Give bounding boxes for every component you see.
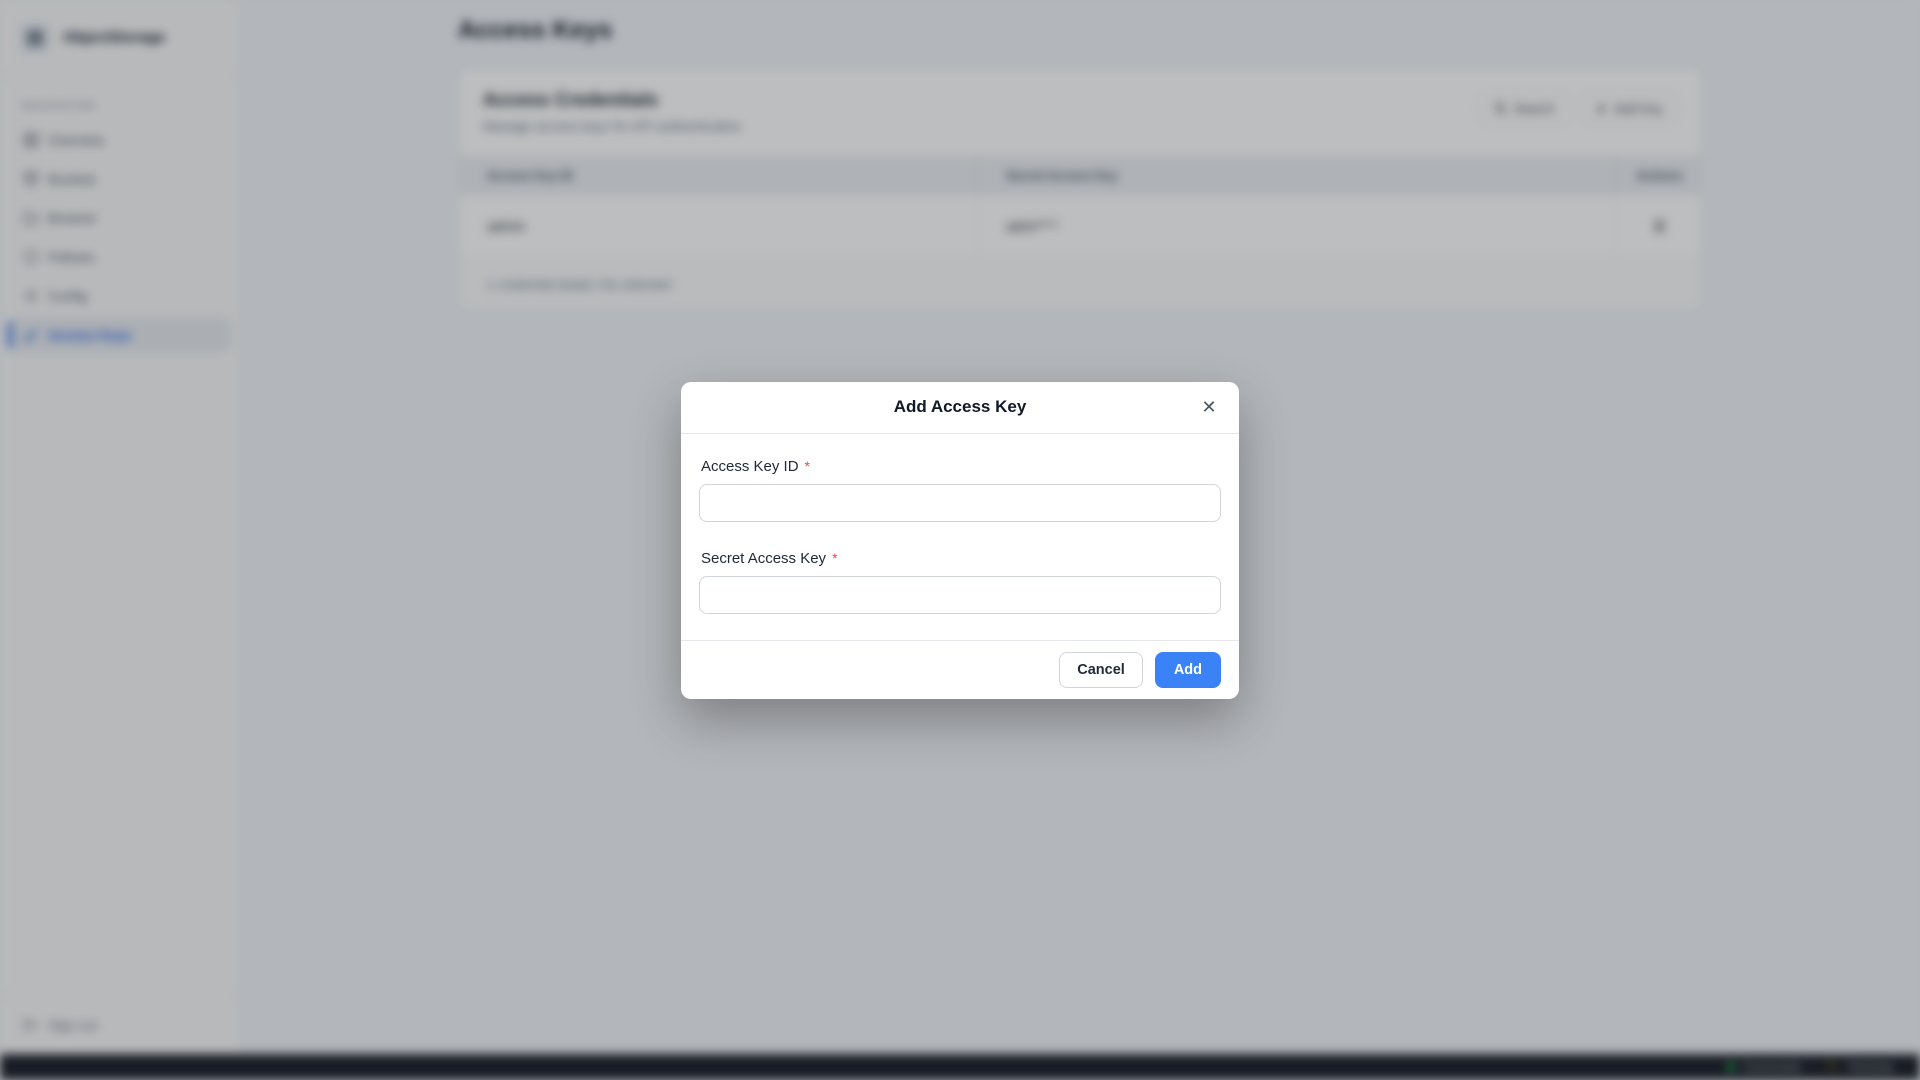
cancel-button[interactable]: Cancel (1059, 652, 1143, 688)
app-root: ObjectStorage NAVIGATION Overview (0, 0, 1920, 1080)
field-label-text: Access Key ID (701, 458, 799, 475)
secret-access-key-input[interactable] (699, 576, 1221, 614)
field-label-text: Secret Access Key (701, 550, 826, 567)
modal-header: Add Access Key ✕ (681, 382, 1239, 434)
add-access-key-modal: Add Access Key ✕ Access Key ID * Secret … (681, 382, 1239, 699)
add-button[interactable]: Add (1155, 652, 1221, 688)
modal-body: Access Key ID * Secret Access Key * (681, 434, 1239, 640)
secret-access-key-label: Secret Access Key * (701, 550, 1221, 567)
access-key-id-label: Access Key ID * (701, 458, 1221, 475)
modal-title: Add Access Key (894, 397, 1027, 417)
modal-footer: Cancel Add (681, 640, 1239, 699)
access-key-id-input[interactable] (699, 484, 1221, 522)
modal-layer: Add Access Key ✕ Access Key ID * Secret … (0, 0, 1920, 1080)
required-marker: * (805, 458, 810, 474)
close-icon[interactable]: ✕ (1195, 393, 1223, 421)
required-marker: * (832, 550, 837, 566)
